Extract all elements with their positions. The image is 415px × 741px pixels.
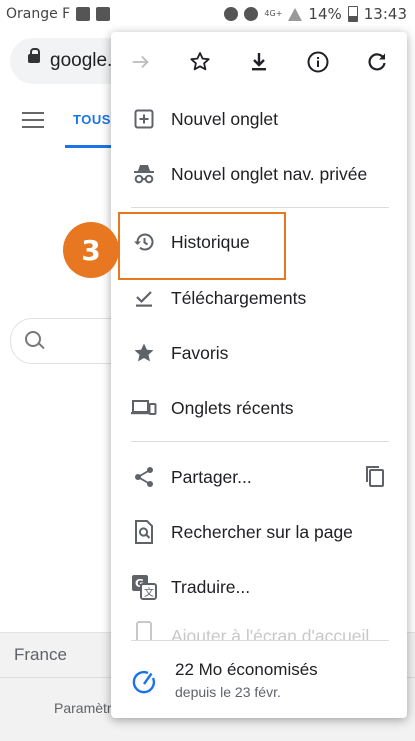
add-to-home-icon <box>131 620 157 640</box>
menu-item-label: Favoris <box>171 342 229 363</box>
info-icon <box>307 51 329 73</box>
forward-button[interactable] <box>127 48 155 76</box>
tab-all[interactable]: TOUS <box>73 112 111 127</box>
menu-item-label: Téléchargements <box>171 287 307 308</box>
url-text[interactable]: google. <box>50 50 112 72</box>
overflow-menu: Nouvel onglet Nouvel onglet nav. privée … <box>111 32 407 718</box>
status-bar: Orange F 4G+ 14% 13:43 <box>0 0 415 30</box>
menu-item-translate[interactable]: G文 Traduire... <box>111 564 407 610</box>
share-icon <box>131 464 157 490</box>
tab-indicator <box>65 145 115 148</box>
menu-item-new-tab[interactable]: Nouvel onglet <box>111 96 407 142</box>
menu-item-recent-tabs[interactable]: Onglets récents <box>111 385 407 431</box>
copy-icon[interactable] <box>363 464 387 495</box>
download-icon <box>252 53 266 71</box>
data-savings-subtitle: depuis le 23 févr. <box>175 684 281 700</box>
data-savings-title[interactable]: 22 Mo économisés <box>175 660 318 680</box>
menu-divider <box>131 640 389 641</box>
menu-item-find-in-page[interactable]: Rechercher sur la page <box>111 509 407 555</box>
menu-divider <box>131 441 389 442</box>
battery-icon <box>347 6 358 22</box>
find-in-page-icon <box>131 519 157 545</box>
menu-item-add-to-home[interactable]: Ajouter à l'écran d'accueil <box>111 618 407 640</box>
menu-item-label: Nouvel onglet <box>171 108 279 129</box>
svg-text:文: 文 <box>144 586 154 599</box>
hamburger-menu-icon[interactable] <box>22 112 44 128</box>
country-label: France <box>14 645 67 664</box>
mute-icon <box>224 7 239 21</box>
menu-item-share[interactable]: Partager... <box>111 454 407 500</box>
incognito-icon <box>131 161 157 187</box>
search-icon <box>25 331 41 347</box>
reload-icon <box>368 53 386 71</box>
bookmark-button[interactable] <box>186 48 214 76</box>
network-type: 4G+ <box>264 9 283 18</box>
menu-item-incognito-tab[interactable]: Nouvel onglet nav. privée <box>111 151 407 197</box>
downloads-icon <box>131 285 157 311</box>
translate-icon: G文 <box>131 574 157 600</box>
menu-item-label: Nouvel onglet nav. privée <box>171 163 368 184</box>
devices-icon <box>131 395 157 421</box>
menu-toolbar <box>111 32 407 94</box>
download-button[interactable] <box>245 48 273 76</box>
highlight-box-history <box>118 212 286 280</box>
alarm-icon <box>244 7 259 21</box>
image-notification-icon <box>76 7 91 21</box>
menu-item-label: Onglets récents <box>171 397 294 418</box>
new-tab-icon <box>131 106 157 132</box>
menu-item-label: Traduire... <box>171 576 251 597</box>
menu-item-downloads[interactable]: Téléchargements <box>111 275 407 321</box>
menu-item-label: Partager... <box>171 466 252 487</box>
star-outline-icon <box>190 52 210 71</box>
menu-item-label: Rechercher sur la page <box>171 521 353 542</box>
step-badge: 3 <box>63 222 119 278</box>
menu-item-label: Ajouter à l'écran d'accueil <box>171 626 370 640</box>
menu-divider <box>131 207 389 208</box>
reload-button[interactable] <box>363 48 391 76</box>
battery-percent: 14% <box>308 5 342 23</box>
arrow-forward-icon <box>132 55 149 69</box>
data-saver-icon <box>131 669 157 700</box>
lock-icon <box>28 48 40 63</box>
carrier-name: Orange F <box>6 6 71 22</box>
bookmarks-star-icon <box>131 340 157 366</box>
info-button[interactable] <box>304 48 332 76</box>
menu-item-bookmarks[interactable]: Favoris <box>111 330 407 376</box>
clock: 13:43 <box>363 5 407 23</box>
signal-icon <box>288 7 303 21</box>
alert-notification-icon <box>96 7 111 21</box>
